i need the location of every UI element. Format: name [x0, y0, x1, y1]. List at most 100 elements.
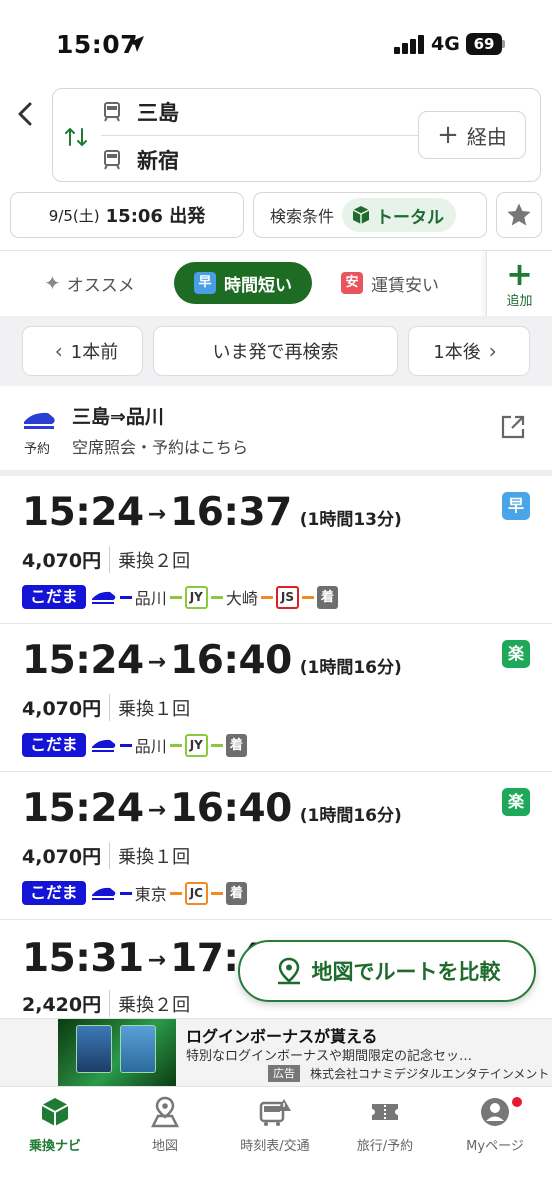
add-tab-button[interactable]: + 追加	[486, 251, 552, 317]
tab-cheapest[interactable]: 安 運賃安い	[341, 262, 439, 304]
sparkle-icon: ✦	[44, 271, 61, 295]
research-now-label: いま発で再検索	[212, 342, 339, 363]
tab-fastest[interactable]: 早 時間短い	[174, 262, 312, 304]
from-station-name: 三島	[137, 101, 179, 125]
duration: (1時間16分)	[299, 806, 402, 826]
add-label: 追加	[506, 293, 533, 309]
tab-travel[interactable]: 旅行/予約	[330, 1095, 440, 1154]
train-icon	[104, 150, 120, 170]
route-times: 15:31 → 17:4	[22, 936, 266, 981]
next-train-label: 1本後	[433, 342, 481, 363]
tab-timetable-label: 時刻表/交通	[240, 1139, 310, 1154]
easy-badge-icon: 楽	[502, 788, 530, 816]
previous-train-button[interactable]: ‹ 1本前	[22, 326, 143, 376]
tab-recommended[interactable]: ✦ オススメ	[44, 262, 135, 304]
tab-timetable[interactable]: 時刻表/交通	[220, 1095, 330, 1154]
train-icon	[104, 102, 120, 122]
sort-tab-bar: ✦ オススメ 早 時間短い 安 運賃安い + 追加	[0, 250, 552, 317]
fare-row: 4,070円 乗換１回	[22, 694, 190, 721]
ad-description: 特別なログインボーナスや期間限定の記念セッ…	[186, 1049, 473, 1064]
arrow-icon: →	[147, 798, 167, 823]
map-icon	[150, 1096, 180, 1128]
search-conditions-button[interactable]: 検索条件 トータル	[253, 192, 487, 238]
bus-alert-icon	[259, 1099, 291, 1126]
tab-recommended-label: オススメ	[66, 275, 135, 296]
route-card[interactable]: 15:24 → 16:40 (1時間16分) 4,070円 乗換１回 こだま 東…	[0, 772, 552, 920]
line-sequence: こだま 東京 JC 着	[22, 880, 247, 906]
line-segment	[119, 595, 132, 599]
route-input-box: 三島 新宿 + 経由	[52, 88, 541, 182]
battery-tip	[502, 40, 505, 48]
notification-dot	[512, 1097, 522, 1107]
line-code: JY	[184, 585, 208, 609]
arrive-time: 16:37	[170, 490, 292, 535]
arrow-icon: →	[147, 650, 167, 675]
fare-row: 4,070円 乗換１回	[22, 842, 190, 869]
duration: (1時間13分)	[299, 510, 402, 530]
transit-results-screen: 15:07 4G 69 三島 新宿 + 経由 9/5(土) 15:06 出発 検…	[0, 0, 552, 1200]
tab-cheapest-label: 運賃安い	[371, 275, 439, 296]
cube-icon	[352, 206, 370, 224]
tab-map[interactable]: 地図	[110, 1095, 220, 1154]
via-button[interactable]: + 経由	[418, 111, 526, 159]
route-times: 15:24 → 16:37 (1時間13分)	[22, 490, 402, 535]
arrive-time: 16:40	[170, 638, 292, 683]
fare: 4,070円	[22, 694, 111, 721]
depart-time: 15:24	[22, 490, 144, 535]
line-segment	[169, 595, 182, 599]
easy-badge-icon: 楽	[502, 640, 530, 668]
to-station-field[interactable]: 新宿	[101, 145, 179, 175]
line-segment	[301, 595, 314, 599]
ad-title: ログインボーナスが貰える	[186, 1027, 378, 1046]
departure-date: 9/5(土)	[48, 206, 100, 225]
swap-icon[interactable]	[63, 125, 89, 149]
fast-badge-icon: 早	[194, 272, 216, 294]
route-card[interactable]: 15:24 → 16:37 (1時間13分) 4,070円 乗換２回 こだま 品…	[0, 476, 552, 624]
location-arrow-icon	[128, 36, 144, 52]
ad-banner[interactable]: ログインボーナスが貰える 特別なログインボーナスや期間限定の記念セッ… 広告 株…	[0, 1018, 552, 1087]
fare-row: 4,070円 乗換２回	[22, 546, 190, 573]
fare: 4,070円	[22, 546, 111, 573]
line-segment	[169, 743, 182, 747]
booking-banner[interactable]: 予約 三島⇒品川 空席照会・予約はこちら	[0, 386, 552, 470]
favorite-button[interactable]	[496, 192, 542, 238]
train-kodama: こだま	[22, 733, 86, 757]
shinkansen-icon	[91, 739, 115, 752]
tab-travel-label: 旅行/予約	[356, 1139, 414, 1154]
shinkansen-icon	[91, 591, 115, 604]
shinkansen-icon	[91, 887, 115, 900]
compare-on-map-label: 地図でルートを比較	[311, 960, 501, 984]
compare-on-map-button[interactable]: 地図でルートを比較	[238, 940, 536, 1002]
train-kodama: こだま	[22, 585, 86, 609]
depart-time: 15:31	[22, 936, 144, 981]
route-card[interactable]: 15:24 → 16:40 (1時間16分) 4,070円 乗換１回 こだま 品…	[0, 624, 552, 772]
back-button[interactable]	[10, 96, 42, 132]
tab-mypage-label: Myページ	[466, 1139, 524, 1154]
arrive-time: 16:40	[170, 786, 292, 831]
ticket-icon	[372, 1104, 398, 1120]
tab-transit-navi[interactable]: 乗換ナビ	[0, 1095, 110, 1154]
next-train-button[interactable]: 1本後 ›	[408, 326, 530, 376]
tab-mypage[interactable]: Myページ	[440, 1095, 550, 1154]
booking-title: 三島⇒品川	[72, 406, 164, 428]
chevron-left-icon	[18, 102, 32, 126]
ad-tag: 広告	[268, 1065, 300, 1082]
from-station-field[interactable]: 三島	[101, 97, 179, 127]
plus-icon: +	[506, 254, 533, 293]
line-segment	[210, 595, 223, 599]
star-icon	[507, 203, 531, 226]
to-station-name: 新宿	[137, 149, 179, 173]
research-now-button[interactable]: いま発で再検索	[153, 326, 398, 376]
departure-datetime-button[interactable]: 9/5(土) 15:06 出発	[10, 192, 244, 238]
departure-time: 15:06 出発	[105, 206, 206, 227]
previous-train-label: 1本前	[70, 342, 119, 363]
fare: 2,420円	[22, 990, 111, 1017]
via-label: 経由	[466, 124, 507, 149]
station-divider	[101, 135, 419, 136]
signal-icon	[394, 34, 426, 54]
fastest-badge-icon: 早	[502, 492, 530, 520]
arrive-badge: 着	[225, 733, 247, 757]
tab-transit-navi-label: 乗換ナビ	[28, 1139, 81, 1154]
transfers: 乗換２回	[118, 994, 191, 1016]
line-segment	[119, 743, 132, 747]
